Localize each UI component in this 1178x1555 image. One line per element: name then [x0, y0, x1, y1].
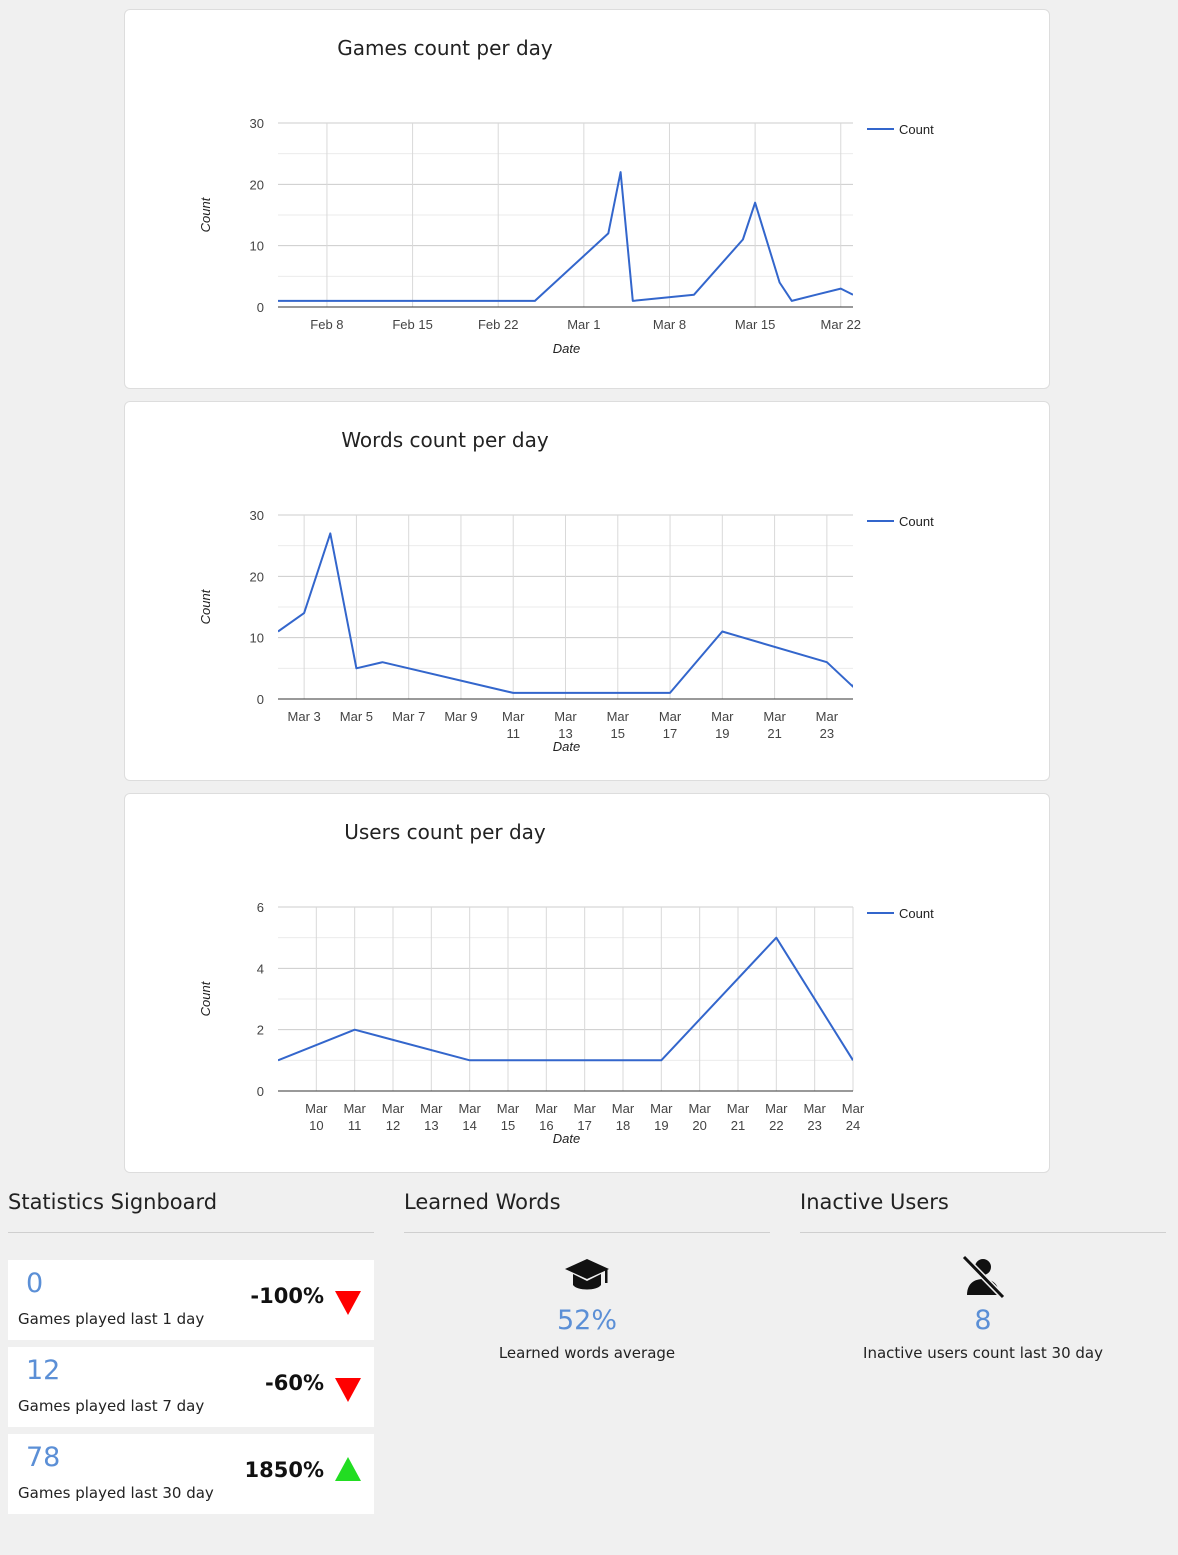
x-tick-label: Mar 22 [821, 317, 861, 332]
games-chart-card: Games count per day 0 10 20 30 Feb 8 Feb 15 Feb… [124, 9, 1050, 389]
x-tick-label: Mar 15 [497, 1101, 520, 1133]
y-tick-label: 10 [250, 239, 264, 254]
legend-label: Count [899, 514, 934, 529]
signboard-title: Statistics Signboard [8, 1190, 374, 1233]
x-tick-label: Mar 5 [340, 709, 373, 724]
x-tick-label: Mar 12 [382, 1101, 405, 1133]
y-tick-label: 20 [250, 569, 264, 584]
learned-words-title: Learned Words [404, 1190, 770, 1233]
x-tick-label: Mar 13 [554, 709, 577, 741]
stat-percent: 1850% [244, 1458, 325, 1482]
legend-label: Count [899, 122, 934, 137]
inactive-users-label: Inactive users count last 30 day [863, 1344, 1103, 1362]
y-tick-label: 0 [257, 692, 264, 707]
x-tick-label: Mar 10 [305, 1101, 328, 1133]
y-axis-title: Count [198, 588, 213, 624]
users-count-chart: Users count per day 0 2 4 6 Mar 10 Mar 11 Mar 12 Ma… [198, 820, 934, 1146]
y-axis-title: Count [198, 196, 213, 232]
stat-label: Games played last 1 day [18, 1310, 205, 1328]
games-count-chart: Games count per day 0 10 20 30 Feb 8 Feb 15 Feb… [198, 36, 934, 356]
learned-words-label: Learned words average [498, 1344, 676, 1362]
chart-title: Games count per day [337, 36, 553, 60]
chart-title: Users count per day [344, 820, 546, 844]
inactive-users-title: Inactive Users [800, 1190, 1166, 1233]
x-tick-label: Mar 22 [765, 1101, 788, 1133]
x-tick-label: Mar 17 [659, 709, 682, 741]
inactive-users-panel: Inactive Users 8 Inactive users count la… [800, 1190, 1166, 1362]
x-tick-label: Feb 8 [310, 317, 343, 332]
inactive-users-value: 8 [974, 1305, 992, 1336]
x-tick-label: Mar 21 [763, 709, 786, 741]
x-axis-title: Date [553, 341, 580, 356]
words-count-chart: Words count per day 0 10 20 30 Mar 3 Mar 5 Mar … [198, 428, 934, 754]
stat-value: 78 [26, 1442, 61, 1473]
stat-value: 12 [26, 1355, 61, 1386]
user-slash-icon [961, 1255, 1006, 1299]
x-tick-label: Mar 11 [343, 1101, 366, 1133]
stat-percent: -60% [265, 1371, 324, 1395]
y-tick-label: 0 [257, 1084, 264, 1099]
x-tick-label: Mar 9 [444, 709, 477, 724]
graduation-cap-icon [565, 1259, 609, 1290]
chart-title: Words count per day [341, 428, 548, 452]
x-axis-title: Date [553, 1131, 580, 1146]
x-tick-label: Mar 16 [535, 1101, 558, 1133]
series-line [278, 171, 853, 302]
stat-label: Games played last 7 day [18, 1397, 205, 1415]
x-tick-label: Mar 17 [573, 1101, 596, 1133]
y-tick-label: 2 [257, 1023, 264, 1038]
stat-percent: -100% [250, 1284, 324, 1308]
words-chart-card: Words count per day 0 10 20 30 Mar 3 Mar 5 Mar … [124, 401, 1050, 781]
trend-up-icon [335, 1457, 361, 1481]
y-tick-label: 20 [250, 177, 264, 192]
x-tick-label: Mar 19 [650, 1101, 673, 1133]
stat-card-30-day: 78 Games played last 30 day 1850% [8, 1434, 374, 1514]
stat-label: Games played last 30 day [18, 1484, 214, 1502]
x-tick-label: Mar 11 [502, 709, 525, 741]
x-tick-label: Mar 19 [711, 709, 734, 741]
learned-words-value: 52% [556, 1305, 617, 1336]
y-axis-title: Count [198, 980, 213, 1016]
learned-words-panel: Learned Words 52% Learned words average [404, 1190, 770, 1362]
users-chart-card: Users count per day 0 2 4 6 Mar 10 Mar 11 Mar 12 Ma… [124, 793, 1050, 1173]
y-tick-label: 4 [257, 961, 264, 976]
x-tick-label: Feb 22 [478, 317, 518, 332]
x-tick-label: Mar 3 [288, 709, 321, 724]
stat-card-1-day: 0 Games played last 1 day -100% [8, 1260, 374, 1340]
trend-down-icon [335, 1291, 361, 1315]
series-line [278, 532, 853, 694]
x-tick-label: Feb 15 [392, 317, 432, 332]
x-tick-label: Mar 1 [567, 317, 600, 332]
x-tick-label: Mar 23 [803, 1101, 826, 1133]
stat-card-7-day: 12 Games played last 7 day -60% [8, 1347, 374, 1427]
y-tick-label: 30 [250, 508, 264, 523]
x-tick-label: Mar 18 [612, 1101, 635, 1133]
x-tick-label: Mar 13 [420, 1101, 443, 1133]
legend-label: Count [899, 906, 934, 921]
x-tick-label: Mar 15 [607, 709, 630, 741]
y-tick-label: 30 [250, 116, 264, 131]
trend-down-icon [335, 1378, 361, 1402]
stat-value: 0 [26, 1268, 44, 1299]
x-tick-label: Mar 20 [688, 1101, 711, 1133]
x-tick-label: Mar 7 [392, 709, 425, 724]
x-tick-label: Mar 21 [727, 1101, 750, 1133]
x-axis-title: Date [553, 739, 580, 754]
x-tick-label: Mar 15 [735, 317, 775, 332]
x-tick-label: Mar 8 [653, 317, 686, 332]
x-tick-label: Mar 14 [458, 1101, 481, 1133]
statistics-signboard-panel: Statistics Signboard 0 Games played last… [8, 1190, 374, 1514]
x-tick-label: Mar 23 [816, 709, 839, 741]
x-tick-label: Mar 24 [842, 1101, 865, 1133]
y-tick-label: 10 [250, 631, 264, 646]
y-tick-label: 0 [257, 300, 264, 315]
y-tick-label: 6 [257, 900, 264, 915]
